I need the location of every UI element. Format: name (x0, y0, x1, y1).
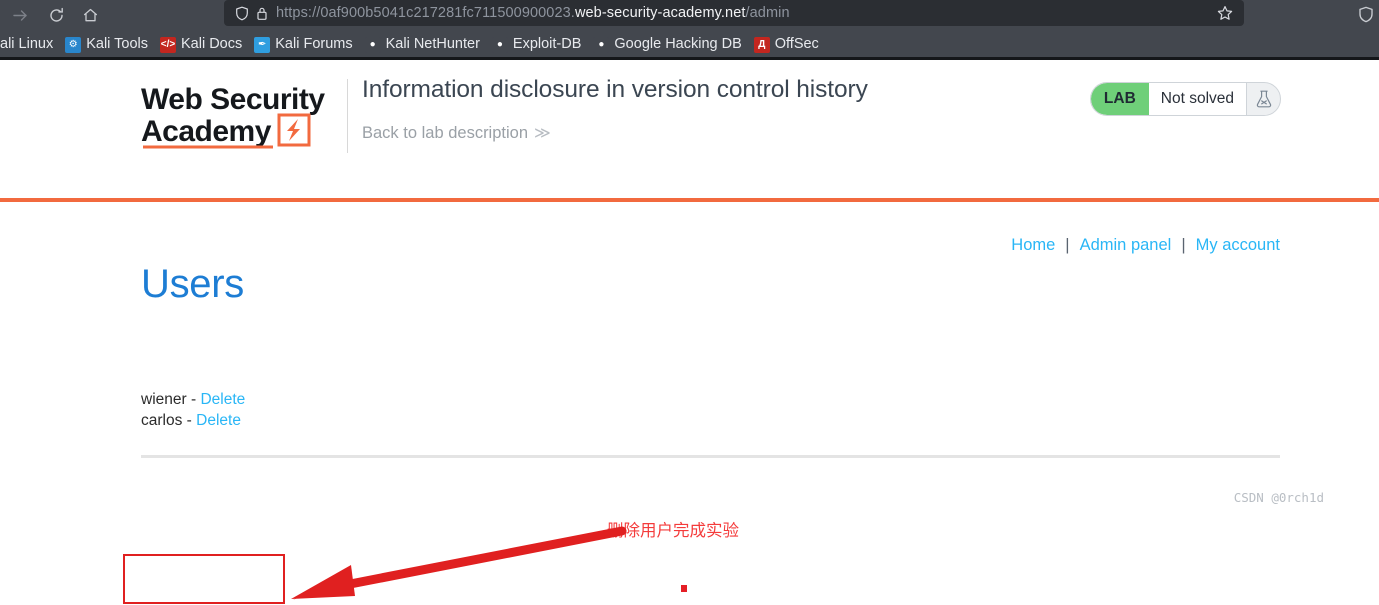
url-prefix: https://0af900b5041c217281fc711500900023… (276, 5, 575, 21)
svg-text:Academy: Academy (141, 115, 272, 148)
bookmark-item[interactable]: </> Kali Docs (154, 32, 248, 58)
user-separator: - (182, 412, 197, 429)
watermark: CSDN @0rch1d (1233, 490, 1324, 505)
status-badge-text: Not solved (1148, 83, 1246, 115)
nav-separator: | (1181, 236, 1186, 254)
bookmark-favicon-icon: ⚙ (65, 36, 82, 53)
header-divider (347, 79, 348, 153)
web-security-academy-logo[interactable]: Web Security Academy (141, 79, 337, 153)
page-viewport: Web Security Academy Information disclos… (0, 60, 1379, 604)
bookmark-item[interactable]: ● Google Hacking DB (587, 32, 747, 58)
bookmark-item[interactable]: ✒ Kali Forums (248, 32, 358, 58)
delete-user-link[interactable]: Delete (196, 412, 241, 429)
arrow-right-icon (12, 7, 29, 24)
delete-user-link[interactable]: Delete (200, 391, 245, 408)
tracking-protection-icon[interactable] (1355, 3, 1377, 25)
users-list: wiener - Delete carlos - Delete (141, 389, 245, 431)
nav-separator: | (1065, 236, 1070, 254)
annotation-highlight-box (123, 554, 285, 604)
top-navigation-links: Home | Admin panel | My account (1011, 236, 1280, 255)
status-badge: LAB Not solved (1089, 82, 1281, 116)
main-content: Home | Admin panel | My account Users wiener… (0, 202, 1379, 604)
bookmark-favicon-icon: </> (160, 36, 176, 53)
bookmark-label: Kali Docs (181, 36, 243, 53)
bookmark-label: Kali Forums (275, 36, 353, 53)
page-title: Information disclosure in version contro… (362, 76, 868, 103)
bookmark-label: Kali Tools (86, 36, 148, 53)
url-path: /admin (745, 5, 790, 21)
browser-chrome: https://0af900b5041c217281fc711500900023… (0, 0, 1379, 60)
home-icon (82, 7, 99, 24)
reload-button[interactable] (44, 3, 68, 27)
back-to-lab-description-link[interactable]: Back to lab description ≫ (362, 123, 551, 143)
bookmark-favicon-icon: Д (753, 36, 770, 53)
annotation-dot (681, 585, 687, 592)
user-separator: - (186, 391, 201, 408)
user-row: wiener - Delete (141, 389, 245, 410)
bookmark-label: Google Hacking DB (614, 36, 742, 53)
browser-navigation-toolbar: https://0af900b5041c217281fc711500900023… (0, 0, 1379, 29)
bookmarks-bar: ali Linux ⚙ Kali Tools </> Kali Docs ✒ Kali Fo… (0, 29, 1379, 60)
nav-link-admin-panel[interactable]: Admin panel (1080, 236, 1172, 255)
bookmark-label: ali Linux (0, 36, 54, 53)
nav-link-home[interactable]: Home (1011, 236, 1055, 255)
status-badge-tag: LAB (1090, 83, 1149, 115)
address-bar[interactable]: https://0af900b5041c217281fc711500900023… (224, 0, 1244, 26)
nav-link-my-account[interactable]: My account (1196, 236, 1280, 255)
academy-header: Web Security Academy Information disclos… (0, 60, 1379, 202)
svg-text:Web Security: Web Security (141, 83, 325, 116)
bookmark-item[interactable]: ● Exploit-DB (486, 32, 588, 58)
bookmark-favicon-icon: ✒ (254, 36, 271, 53)
home-button[interactable] (78, 3, 102, 27)
url-text: https://0af900b5041c217281fc711500900023… (276, 5, 1214, 21)
back-link-label: Back to lab description (362, 124, 529, 142)
bookmark-item[interactable]: ● Kali NetHunter (359, 32, 486, 58)
url-domain: web-security-academy.net (574, 5, 746, 21)
bookmark-item[interactable]: Д OffSec (748, 32, 825, 58)
bookmark-label: OffSec (774, 36, 819, 53)
reload-icon (48, 7, 65, 24)
forward-button[interactable] (8, 3, 32, 27)
bookmark-label: Exploit-DB (512, 36, 582, 53)
star-icon[interactable] (1214, 2, 1236, 24)
bookmark-favicon-icon: ● (364, 36, 381, 53)
flask-icon[interactable] (1246, 83, 1280, 115)
bookmark-favicon-icon: ● (491, 36, 508, 53)
bookmark-favicon-icon: ● (593, 36, 610, 53)
bookmark-item[interactable]: ali Linux (0, 32, 59, 58)
user-name: wiener (141, 391, 187, 408)
chevron-right-icon: ≫ (534, 125, 551, 142)
annotation-arrow (285, 520, 630, 605)
bookmark-item[interactable]: ⚙ Kali Tools (59, 32, 154, 58)
user-row: carlos - Delete (141, 410, 245, 431)
content-divider (141, 455, 1280, 458)
users-heading: Users (141, 262, 244, 306)
lock-icon[interactable] (252, 4, 272, 22)
shield-icon[interactable] (232, 4, 252, 22)
user-name: carlos (141, 412, 183, 429)
bookmark-label: Kali NetHunter (385, 36, 480, 53)
